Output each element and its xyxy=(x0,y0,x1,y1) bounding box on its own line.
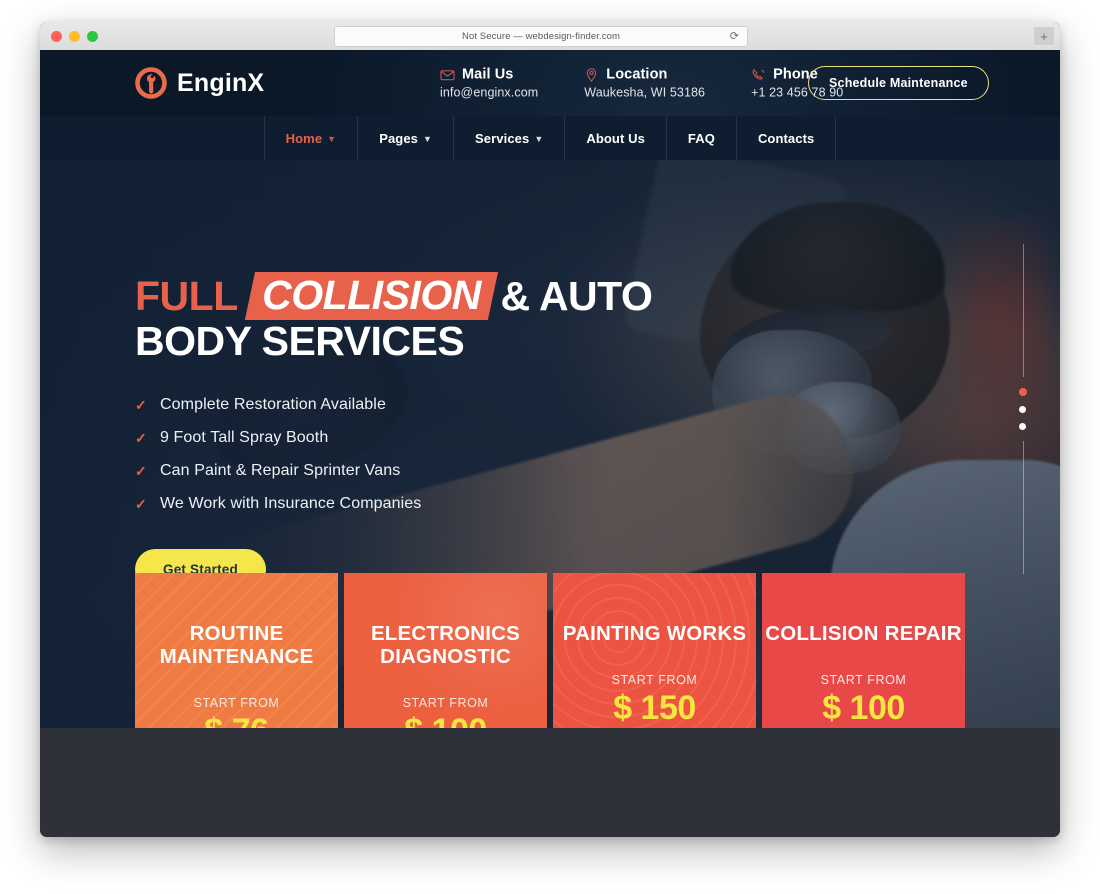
card-title: COLLISION REPAIR xyxy=(765,622,962,645)
nav-item-home[interactable]: Home ▼ xyxy=(263,116,359,160)
reload-icon[interactable]: ⟳ xyxy=(730,31,739,42)
site-header: EnginX Mail Us info@enginx.com Location … xyxy=(40,50,1060,116)
new-tab-button[interactable]: + xyxy=(1034,27,1054,45)
list-item: ✓ We Work with Insurance Companies xyxy=(135,495,655,513)
browser-chrome: Not Secure — webdesign-finder.com ⟳ + xyxy=(40,22,1060,51)
window-controls xyxy=(51,31,98,42)
phone-icon xyxy=(751,67,766,82)
slider-line-top xyxy=(1022,244,1024,377)
check-icon: ✓ xyxy=(135,496,147,513)
bullet-label: Complete Restoration Available xyxy=(160,396,386,414)
hero-feature-list: ✓ Complete Restoration Available ✓ 9 Foo… xyxy=(135,396,655,513)
bullet-label: Can Paint & Repair Sprinter Vans xyxy=(160,462,401,480)
headline-collision: COLLISION xyxy=(261,272,481,318)
nav-item-services[interactable]: Services ▼ xyxy=(454,116,566,160)
card-from-label: START FROM xyxy=(611,672,698,687)
nav-label: Home xyxy=(285,130,323,146)
main-navigation: Home ▼ Pages ▼ Services ▼ About Us FAQ C… xyxy=(40,116,1060,160)
card-from-label: START FROM xyxy=(402,695,489,710)
service-card-collision-repair[interactable]: COLLISION REPAIR START FROM $ 100 xyxy=(762,573,965,728)
nav-label: Contacts xyxy=(757,130,815,146)
card-price: $ 100 xyxy=(822,688,905,727)
contact-value: info@enginx.com xyxy=(440,85,539,100)
nav-item-contacts[interactable]: Contacts xyxy=(737,116,837,160)
card-from-label: START FROM xyxy=(193,695,280,710)
nav-label: Services xyxy=(475,130,530,146)
contact-value: Waukesha, WI 53186 xyxy=(584,85,706,100)
headline-auto: & AUTO xyxy=(500,272,653,319)
slider-dot-3[interactable] xyxy=(1019,423,1026,430)
check-icon: ✓ xyxy=(135,463,147,480)
wrench-circle-logo-icon xyxy=(135,67,167,99)
service-cards: ROUTINE MAINTENANCE START FROM $ 76 ELEC… xyxy=(135,573,965,728)
check-icon: ✓ xyxy=(135,430,147,447)
card-price: $ 100 xyxy=(404,712,487,728)
schedule-maintenance-button[interactable]: Schedule Maintenance xyxy=(808,66,989,100)
card-price: $ 150 xyxy=(613,688,696,727)
hero-headline: FULL COLLISION & AUTO BODY SERVICES xyxy=(135,272,655,362)
service-card-painting-works[interactable]: PAINTING WORKS START FROM $ 150 xyxy=(553,573,756,728)
slider-line-bottom xyxy=(1022,441,1024,574)
slider-dot-2[interactable] xyxy=(1019,406,1026,413)
headline-highlight-box: COLLISION xyxy=(244,272,498,320)
hero-section: FULL COLLISION & AUTO BODY SERVICES ✓ Co… xyxy=(40,160,1060,728)
minimize-window-button[interactable] xyxy=(69,31,80,42)
chevron-down-icon: ▼ xyxy=(423,133,433,144)
url-text: Not Secure — webdesign-finder.com xyxy=(461,31,620,42)
service-card-electronics-diagnostic[interactable]: ELECTRONICS DIAGNOSTIC START FROM $ 100 xyxy=(344,573,547,728)
hero-slider-pagination xyxy=(1019,244,1027,574)
bullet-label: We Work with Insurance Companies xyxy=(160,495,422,513)
bullet-label: 9 Foot Tall Spray Booth xyxy=(160,429,329,447)
check-icon: ✓ xyxy=(135,397,147,414)
card-title: ELECTRONICS DIAGNOSTIC xyxy=(370,622,521,668)
card-price: $ 76 xyxy=(204,712,269,728)
nav-label: About Us xyxy=(586,130,645,146)
nav-label: Pages xyxy=(379,130,418,146)
nav-item-faq[interactable]: FAQ xyxy=(667,116,737,160)
contact-title: Location xyxy=(606,66,668,83)
close-window-button[interactable] xyxy=(51,31,62,42)
chevron-down-icon: ▼ xyxy=(327,133,337,144)
maximize-window-button[interactable] xyxy=(87,31,98,42)
chevron-down-icon: ▼ xyxy=(534,133,544,144)
location-pin-icon xyxy=(584,67,599,82)
card-title: PAINTING WORKS xyxy=(562,622,747,645)
page-viewport: EnginX Mail Us info@enginx.com Location … xyxy=(40,50,1060,837)
contact-mail[interactable]: Mail Us info@enginx.com xyxy=(440,67,538,100)
card-from-label: START FROM xyxy=(820,672,907,687)
nav-item-about-us[interactable]: About Us xyxy=(565,116,667,160)
slider-dot-1[interactable] xyxy=(1019,388,1027,396)
browser-window: Not Secure — webdesign-finder.com ⟳ + En… xyxy=(40,22,1060,837)
contact-location[interactable]: Location Waukesha, WI 53186 xyxy=(584,67,705,100)
headline-line2: BODY SERVICES xyxy=(135,317,465,364)
contact-title: Mail Us xyxy=(462,66,514,83)
hero-content: FULL COLLISION & AUTO BODY SERVICES ✓ Co… xyxy=(135,272,655,591)
list-item: ✓ Can Paint & Repair Sprinter Vans xyxy=(135,462,655,480)
list-item: ✓ 9 Foot Tall Spray Booth xyxy=(135,429,655,447)
site-logo[interactable]: EnginX xyxy=(135,67,264,99)
logo-text: EnginX xyxy=(177,68,265,97)
card-title: ROUTINE MAINTENANCE xyxy=(159,622,314,668)
service-card-routine-maintenance[interactable]: ROUTINE MAINTENANCE START FROM $ 76 xyxy=(135,573,338,728)
address-bar[interactable]: Not Secure — webdesign-finder.com ⟳ xyxy=(334,26,748,47)
list-item: ✓ Complete Restoration Available xyxy=(135,396,655,414)
nav-item-pages[interactable]: Pages ▼ xyxy=(358,116,455,160)
mail-icon xyxy=(440,67,455,82)
nav-label: FAQ xyxy=(687,130,715,146)
headline-full: FULL xyxy=(135,272,238,319)
